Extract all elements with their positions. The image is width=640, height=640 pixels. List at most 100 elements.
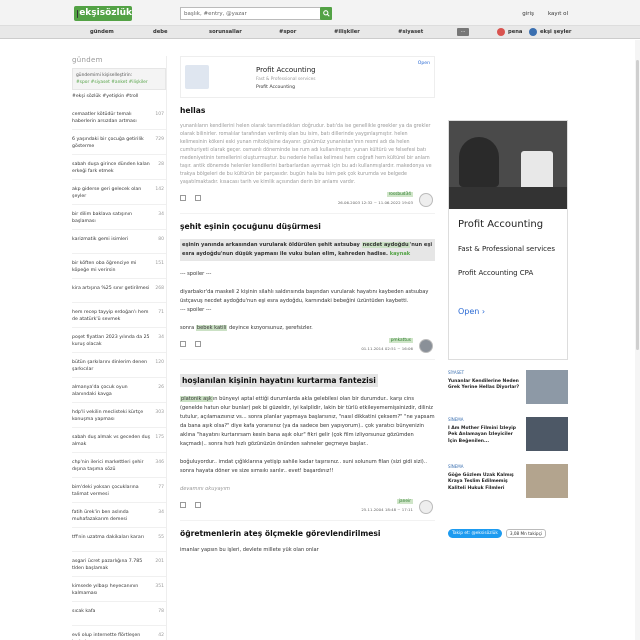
sidebar-topic-item[interactable]: tff'nin uzatma dakikaları kararı 55: [72, 528, 166, 552]
topic-hoslanilan: hoşlanılan kişinin hayatını kurtarma fan…: [180, 368, 435, 521]
sidebar-topic-count: 80: [158, 237, 164, 242]
search-button[interactable]: [320, 7, 332, 20]
sidebar-topic-count: 78: [158, 609, 164, 614]
share-icon[interactable]: [180, 341, 186, 347]
sidebar-topic-item[interactable]: hdp'li vekilin meclisteki kürtçe konuşma…: [72, 403, 166, 428]
topic-title[interactable]: öğretmenlerin ateş ölçmekle görevlendiri…: [180, 529, 435, 538]
sidebar-topic-item[interactable]: bir köften oba öğrenciye mi köpeğe mi ve…: [72, 254, 166, 279]
nav-gundem[interactable]: gündem: [90, 29, 114, 35]
sidebar-topic-item[interactable]: sabah duşa girince dünden kalan erkeği f…: [72, 155, 166, 180]
entry-footer: janeir 25.11.2004 18:48 ~ 17:11: [180, 499, 435, 521]
avatar[interactable]: [419, 500, 433, 514]
search-input[interactable]: başlık, #entry, @yazar: [180, 7, 321, 20]
entry-footer: rossbud34 26.06.2003 12:32 ~ 11.06.2022 …: [180, 192, 435, 214]
twitter-follow-button[interactable]: Takip et: @eksisözlük: [448, 529, 502, 538]
entry-author[interactable]: janeir: [396, 499, 413, 504]
sidebar-topic-label: bim'deki yoksan çocuklarına talimat verm…: [72, 485, 139, 497]
nav-eksi-seyler[interactable]: ekşi şeyler: [529, 28, 571, 36]
share-icon[interactable]: [180, 502, 186, 508]
source-link[interactable]: kaynak: [390, 251, 410, 257]
sidebar-topic-label: kimsede yılbaşı heyecanının kalmaması: [72, 584, 139, 596]
ad-open-button[interactable]: Open: [418, 61, 430, 66]
news-item[interactable]: SİNEMA I Am Mother Filmini İzleyip Pek An…: [448, 417, 568, 462]
sidebar-topic-item[interactable]: cemaatler kötüdür temalı haberlerin arsı…: [72, 105, 166, 130]
ad-open-button[interactable]: Open ›: [458, 307, 558, 316]
nav-sorunsallar[interactable]: sorunsallar: [209, 29, 242, 35]
sidebar-topic-count: 729: [155, 137, 164, 142]
news-title: I Am Mother Filmini İzleyip Pek Anlamaya…: [448, 425, 517, 444]
news-item[interactable]: SİYASET Yunanlar Kendilerine Neden Grek Y…: [448, 370, 568, 415]
sidebar-topic-item[interactable]: kimsede yılbaşı heyecanının kalmaması 351: [72, 577, 166, 602]
entry-author[interactable]: rossbud34: [386, 192, 413, 197]
favorite-icon[interactable]: [195, 195, 201, 201]
sidebar-topic-item[interactable]: hem recep tayyip erdoğan'ı hem de atatür…: [72, 303, 166, 328]
entry-date[interactable]: 26.06.2003 12:32 ~ 11.06.2022 19:03: [338, 200, 413, 205]
entry-text: yunanlıların kendilerini helen olarak ta…: [180, 124, 432, 185]
sidebar-topic-item[interactable]: 6 yaşındaki bir çocuğa getirilik gösterm…: [72, 130, 166, 155]
login-link[interactable]: giriş: [522, 11, 534, 17]
nav-spor[interactable]: #spor: [279, 29, 296, 35]
sidebar-topic-item[interactable]: fatih ürek'in ben aslında muhafazakarım …: [72, 503, 166, 528]
highlighted-term[interactable]: platonik aşk: [180, 396, 213, 402]
topic-hellas: hellas yunanlıların kendilerini helen ol…: [180, 106, 435, 214]
ad-title: Profit Accounting: [256, 66, 316, 74]
nav-pena[interactable]: pena: [497, 28, 522, 36]
entry-text: imanlar yapsın bu işleri, devlete millet…: [180, 547, 319, 553]
nav-siyaset[interactable]: #siyaset: [398, 29, 423, 35]
entry-author[interactable]: pmkattus: [388, 338, 413, 343]
sidebar-topic-item[interactable]: evli olup internette flörtleşen kadınlar…: [72, 626, 166, 640]
sidebar-topic-label: asgari ücret pazarlığına 7.785 tlden baş…: [72, 559, 143, 571]
sidebar-topic-item[interactable]: bir dilim baklava satışının başlaması 34: [72, 205, 166, 230]
entry-text: platonik aşkın bünyeyi aptal ettiği duru…: [180, 395, 435, 449]
topic-title[interactable]: hellas: [180, 106, 435, 115]
news-title: Göğe Gözlem Uzak Kalmış Kraya Teslim Edi…: [448, 472, 514, 491]
sidebar-topic-item[interactable]: bim'deki yoksan çocuklarına talimat verm…: [72, 478, 166, 503]
sidebar-topic-item[interactable]: sıcak kafa 78: [72, 602, 166, 626]
scrollbar[interactable]: [635, 40, 640, 640]
entry-date[interactable]: 01.11.2014 02:51 ~ 16:06: [361, 346, 413, 351]
nav-iliskiler[interactable]: #ilişkiler: [334, 29, 360, 35]
sidebar-topic-count: 71: [158, 310, 164, 315]
sidebar-topic-count: 346: [155, 460, 164, 465]
sidebar-topic-count: 34: [158, 335, 164, 340]
entry-text: diyarbakır'da maskeli 2 kişinin silahlı …: [180, 289, 429, 304]
avatar[interactable]: [419, 339, 433, 353]
topic-title[interactable]: şehit eşinin çocuğunu düşürmesi: [180, 222, 435, 231]
nav-more-button[interactable]: ...: [457, 28, 469, 36]
topic-title[interactable]: hoşlanılan kişinin hayatını kurtarma fan…: [180, 374, 378, 387]
auth-links: giriş kayıt ol: [522, 11, 568, 17]
nav-debe[interactable]: debe: [153, 29, 167, 35]
spoiler-marker[interactable]: --- spoiler ---: [180, 306, 435, 315]
share-icon[interactable]: [180, 195, 186, 201]
spoiler-marker[interactable]: --- spoiler ---: [180, 270, 435, 279]
sidebar-topic-item[interactable]: bütün şarkılarını dinlerim denen şarkıcı…: [72, 353, 166, 378]
personalize-tags-extra[interactable]: #ekşi sözlük #yetişkin #troll: [72, 94, 166, 99]
entry-date[interactable]: 25.11.2004 18:48 ~ 17:11: [361, 507, 413, 512]
eksi-seyler-icon: [529, 28, 537, 36]
follower-count: 3,08 Mn takipçi: [505, 529, 547, 538]
side-ad[interactable]: Profit Accounting Fast & Professional se…: [448, 120, 568, 360]
avatar[interactable]: [419, 193, 433, 207]
news-item[interactable]: SİNEMA Göğe Gözlem Uzak Kalmış Kraya Tesl…: [448, 464, 568, 509]
sidebar-topic-item[interactable]: poşet fiyatları 2023 yılında da 25 kuruş…: [72, 328, 166, 353]
site-logo[interactable]: ekşisözlük: [74, 6, 132, 21]
favorite-icon[interactable]: [195, 341, 201, 347]
highlighted-term[interactable]: necdet aydoğdu: [361, 242, 410, 248]
sidebar-topic-item[interactable]: sabah duş almak vs geceden duş almak 175: [72, 428, 166, 453]
scrollbar-thumb[interactable]: [636, 60, 639, 350]
sidebar-topic-item[interactable]: almanya'da çocuk oyun alanındaki kavga 26: [72, 378, 166, 403]
sidebar-topic-item[interactable]: asgari ücret pazarlığına 7.785 tlden baş…: [72, 552, 166, 577]
sidebar-topic-count: 55: [158, 535, 164, 540]
register-link[interactable]: kayıt ol: [548, 11, 568, 17]
favorite-icon[interactable]: [195, 502, 201, 508]
sidebar-topic-item[interactable]: chp'nin ilerici markettleri şehir dışına…: [72, 453, 166, 478]
sidebar-topic-item[interactable]: karizmatik gemi isimleri 80: [72, 230, 166, 254]
sidebar-topic-item[interactable]: kira artışına %25 sınır getirilmesi 268: [72, 279, 166, 303]
sidebar-topic-item[interactable]: akp giderse geri gelecek olan şeyler 142: [72, 180, 166, 205]
top-ad[interactable]: Profit Accounting Fast & Professional se…: [180, 56, 435, 98]
read-more-link[interactable]: devamını okuyayım: [180, 485, 435, 494]
social-follow: Takip et: @eksisözlük 3,08 Mn takipçi: [448, 529, 568, 538]
highlighted-term[interactable]: bebek katili: [195, 325, 228, 331]
ad-subtitle: Fast & Professional services: [458, 245, 555, 253]
personalize-tags[interactable]: #spor #siyaset #anket #ilişkiler: [76, 79, 162, 86]
